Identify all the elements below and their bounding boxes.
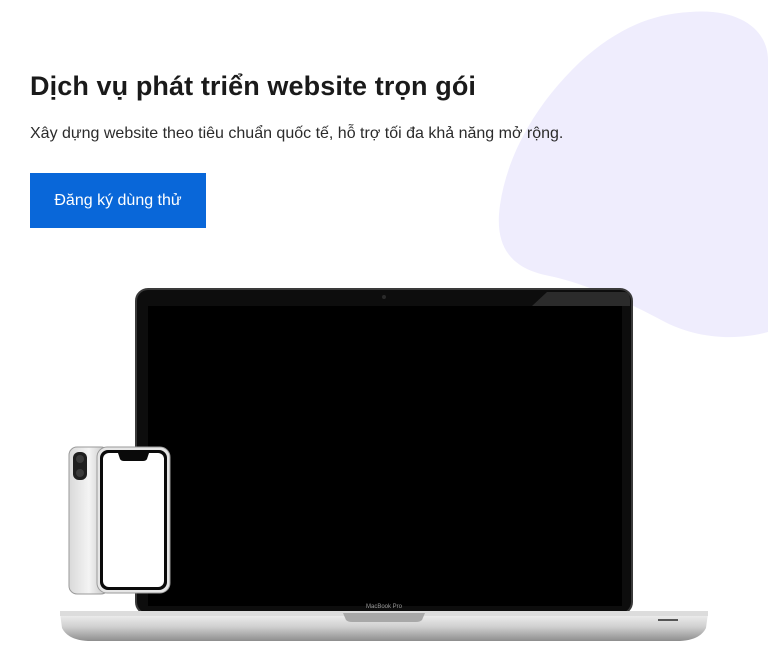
laptop-brand-label: MacBook Pro	[366, 604, 403, 610]
hero-section: Dịch vụ phát triển website trọn gói Xây …	[0, 0, 768, 661]
phone-front-image	[96, 446, 171, 594]
device-mockup-illustration: MacBook Pro	[60, 288, 708, 641]
webcam-icon	[382, 295, 386, 299]
